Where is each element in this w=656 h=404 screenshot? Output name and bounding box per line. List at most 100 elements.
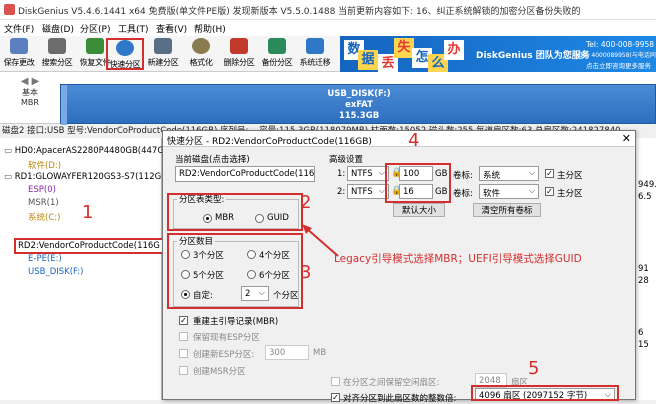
annotation-3: 3 (300, 262, 312, 283)
ad-brand: DiskGenius 团队为您服务 (476, 51, 590, 61)
create-esp-checkbox[interactable] (179, 349, 188, 358)
partition-name: USB_DISK(F:) (327, 89, 391, 99)
row1-volume-select[interactable]: 系统 (479, 166, 539, 181)
window-title: DiskGenius V5.4.6.1441 x64 免费版(单文件PE版) 发… (18, 7, 581, 17)
highlight-alignment (471, 385, 619, 401)
create-msr-checkbox[interactable] (179, 366, 188, 375)
tree-disk-rd2[interactable]: RD2:VendorCoProductCode(116G (14, 238, 164, 254)
close-icon[interactable]: ✕ (622, 132, 631, 145)
format-button[interactable]: 格式化 (182, 38, 220, 70)
quick-partition-button[interactable]: 快速分区 (106, 38, 144, 70)
menu-partition[interactable]: 分区(P) (80, 22, 110, 35)
tree-partition[interactable]: 系统(C:) (28, 211, 60, 223)
ad-char: 据 (358, 50, 378, 70)
clear-labels-button[interactable]: 清空所有卷标 (473, 203, 541, 217)
row1-primary-checkbox[interactable]: ✓ (545, 169, 554, 178)
ad-note: 点击立即咨询更多服务 (586, 62, 651, 70)
row2-fs-select[interactable]: NTFS (347, 184, 389, 199)
menu-file[interactable]: 文件(F) (4, 22, 34, 35)
dialog-title-bar: 快速分区 - RD2:VendorCoProductCode(116GB) ✕ (163, 131, 635, 147)
align-label: 对齐分区到此扇区数的整数倍: (343, 394, 457, 404)
delete-partition-button[interactable]: 删除分区 (220, 38, 258, 70)
peek-value: 28 (638, 276, 649, 286)
format-icon (192, 38, 210, 54)
default-size-button[interactable]: 默认大小 (393, 203, 445, 217)
search-partition-button[interactable]: 搜索分区 (38, 38, 76, 70)
menu-bar: 文件(F) 磁盘(D) 分区(P) 工具(T) 查看(V) 帮助(H) (0, 20, 656, 36)
row2-primary-checkbox[interactable]: ✓ (545, 187, 554, 196)
row1-index: 1: (337, 169, 346, 179)
ad-banner[interactable]: 数 据 丢 失 怎 么 办 DiskGenius 团队为您服务 Tel: 400… (340, 36, 656, 72)
tree-partition[interactable]: 软件(D:) (28, 159, 61, 171)
save-icon (10, 38, 28, 54)
rebuild-mbr-label: 重建主引导记录(MBR) (193, 317, 279, 327)
row1-volume-label: 卷标: (453, 171, 473, 181)
ad-char: 办 (444, 40, 464, 60)
rebuild-mbr-checkbox[interactable]: ✓ (179, 316, 188, 325)
ad-qq: QQ: 4000089958(与电话同号) (578, 52, 656, 59)
keep-esp-checkbox[interactable] (179, 332, 188, 341)
create-esp-label: 创建新ESP分区: (193, 350, 255, 360)
peek-value: 949. (638, 180, 656, 190)
tree-disk-rd1[interactable]: ▭ RD1:GLOWAYFER120GS3-S7(112G (4, 172, 161, 182)
system-migrate-button[interactable]: 系统迁移 (296, 38, 334, 70)
ad-char: 失 (394, 38, 414, 58)
new-partition-icon (154, 38, 172, 54)
keep-esp-label: 保留现有ESP分区 (193, 333, 260, 343)
collapse-icon[interactable]: ▭ (4, 146, 15, 156)
disk-nav-arrows[interactable]: ◀ ▶ (4, 76, 56, 87)
tree-partition[interactable]: ESP(0) (28, 185, 56, 195)
tree-partition[interactable]: MSR(1) (28, 198, 59, 208)
disk-map: ◀ ▶ 基本 MBR USB_DISK(F:) exFAT 115.3GB (0, 72, 656, 125)
search-icon (48, 38, 66, 54)
current-disk-field[interactable]: RD2:VendorCoProductCode(116G (175, 166, 315, 182)
delete-icon (230, 38, 248, 54)
create-msr-label: 创建MSR分区 (193, 367, 246, 377)
menu-disk[interactable]: 磁盘(D) (42, 22, 74, 35)
row2-primary-label: 主分区 (557, 189, 583, 199)
disk-map-side: ◀ ▶ 基本 MBR (4, 76, 56, 120)
disk-tree: ▭ HD0:ApacerAS2280P4480GB(447G 软件(D:) ▭ … (0, 138, 164, 400)
row1-primary-label: 主分区 (557, 171, 583, 181)
ad-phone: Tel: 400-008-9958 (586, 40, 655, 49)
align-checkbox[interactable]: ✓ (331, 393, 340, 402)
row2-index: 2: (337, 187, 346, 197)
partition-size: 115.3GB (338, 111, 380, 121)
annotation-arrow-icon (302, 224, 339, 257)
tree-disk-hd0[interactable]: ▭ HD0:ApacerAS2280P4480GB(447G (4, 146, 164, 156)
menu-tools[interactable]: 工具(T) (118, 22, 149, 35)
disk-type-label: 基本 (22, 88, 38, 97)
tree-partition[interactable]: USB_DISK(F:) (28, 267, 83, 277)
peek-value: 6 (638, 328, 644, 338)
reserve-sectors-checkbox[interactable] (331, 377, 340, 386)
advanced-settings-label: 高级设置 (329, 155, 364, 165)
highlight-partition-count (167, 233, 303, 309)
disk-style-label: MBR (21, 98, 39, 107)
backup-icon (268, 38, 286, 54)
reserve-sectors-label: 在分区之间保留空闲扇区: (343, 378, 440, 388)
backup-partition-button[interactable]: 备份分区 (258, 38, 296, 70)
dialog-title: 快速分区 - RD2:VendorCoProductCode(116GB) (167, 137, 372, 147)
right-panel-peek: 949. 6.5 91 28 6 15 (636, 138, 656, 400)
save-changes-button[interactable]: 保存更改 (0, 38, 38, 70)
row1-fs-select[interactable]: NTFS (347, 166, 389, 181)
esp-size-unit: MB (313, 348, 327, 358)
highlight-table-type (167, 193, 303, 231)
menu-view[interactable]: 查看(V) (156, 22, 187, 35)
annotation-2: 2 (300, 192, 312, 213)
app-logo-icon (4, 4, 15, 15)
new-partition-button[interactable]: 新建分区 (144, 38, 182, 70)
migrate-icon (306, 38, 324, 54)
annotation-note: Legacy引导模式选择MBR；UEFI引导模式选择GUID (334, 253, 582, 265)
menu-help[interactable]: 帮助(H) (194, 22, 226, 35)
row2-volume-label: 卷标: (453, 189, 473, 199)
tree-partition[interactable]: E-PE(E:) (28, 254, 62, 264)
partition-bar[interactable]: USB_DISK(F:) exFAT 115.3GB (60, 84, 656, 125)
row2-volume-select[interactable]: 软件 (479, 184, 539, 199)
title-bar: DiskGenius V5.4.6.1441 x64 免费版(单文件PE版) 发… (0, 0, 656, 20)
annotation-4: 4 (408, 130, 420, 151)
collapse-icon[interactable]: ▭ (4, 172, 15, 182)
esp-size-field[interactable]: 300 (265, 345, 309, 360)
current-disk-label: 当前磁盘(点击选择) (175, 155, 250, 165)
peek-value: 15 (638, 340, 649, 350)
